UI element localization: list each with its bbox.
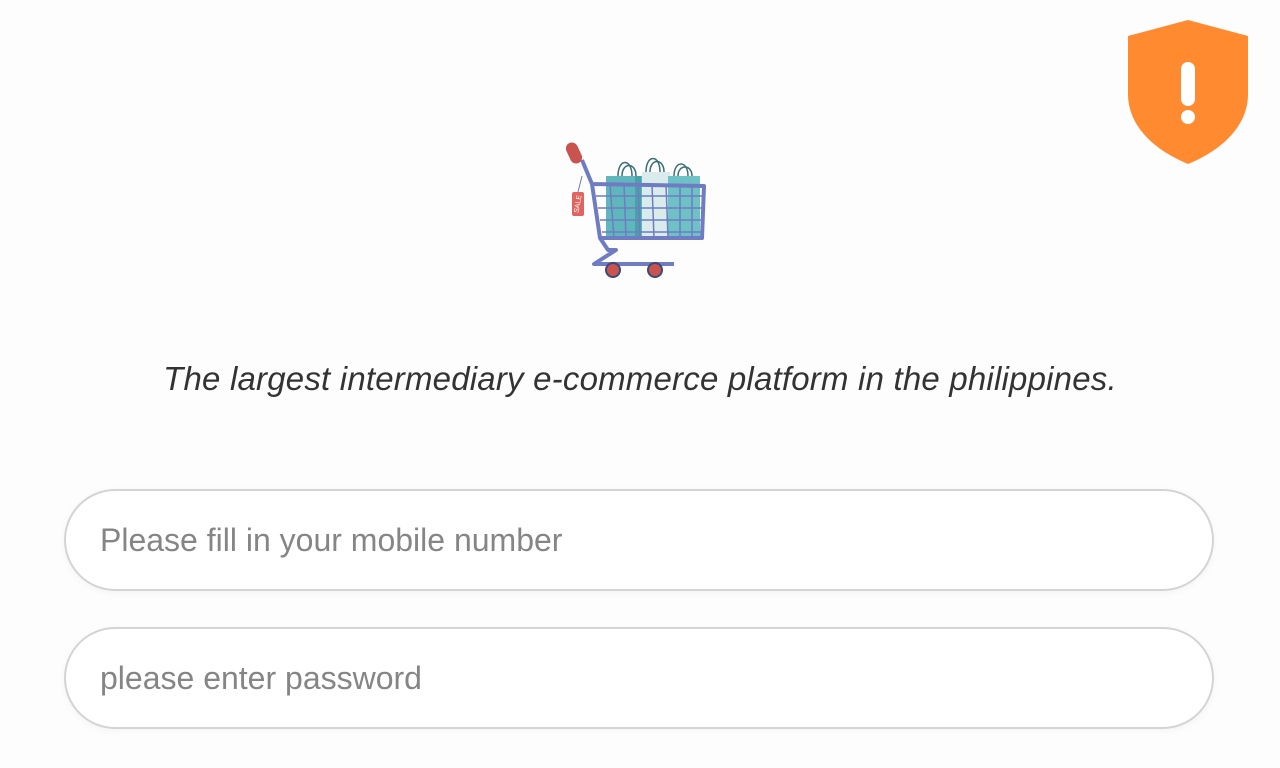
password-field[interactable] [64,627,1214,729]
login-page: SALE The largest intermediary e-commerce… [0,0,1280,768]
shopping-cart-icon: SALE [565,142,706,278]
mobile-number-input[interactable] [100,491,1170,589]
mobile-number-field[interactable] [64,489,1214,591]
exclamation-dot [1181,110,1195,124]
shield-alert-icon[interactable] [1126,18,1250,166]
password-input[interactable] [100,629,1170,727]
page-tagline: The largest intermediary e-commerce plat… [163,360,1117,397]
exclamation-bar [1181,62,1195,106]
